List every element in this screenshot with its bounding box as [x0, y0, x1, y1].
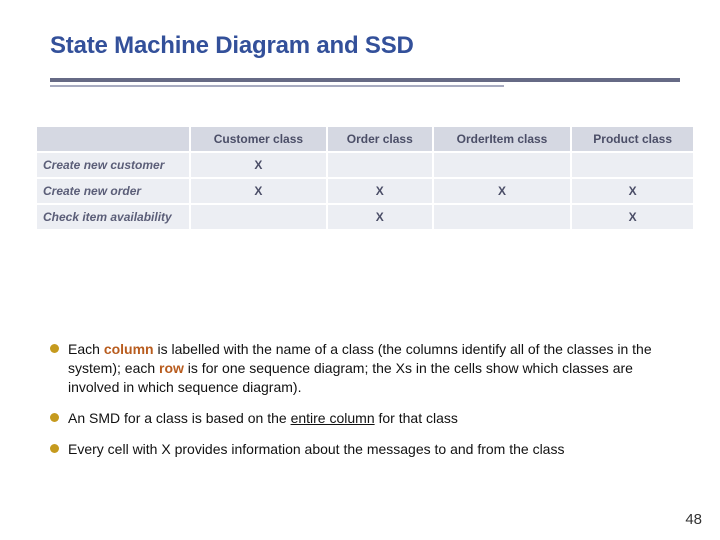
cell: X [433, 178, 572, 204]
table-header-blank [36, 126, 190, 152]
table-row: Create new order X X X X [36, 178, 694, 204]
cell: X [327, 204, 433, 230]
cell: X [190, 152, 327, 178]
cell [190, 204, 327, 230]
cell: X [571, 178, 694, 204]
bullet-2: An SMD for a class is based on the entir… [50, 409, 680, 428]
bullet-2-underline: entire column [291, 410, 375, 426]
slide: State Machine Diagram and SSD Customer c… [0, 0, 720, 540]
class-matrix-table: Customer class Order class OrderItem cla… [35, 125, 695, 231]
slide-number: 48 [685, 511, 702, 528]
table-header-row: Customer class Order class OrderItem cla… [36, 126, 694, 152]
bullet-1: Each column is labelled with the name of… [50, 340, 680, 397]
cell [433, 204, 572, 230]
table-header-orderitem: OrderItem class [433, 126, 572, 152]
row-label: Create new customer [36, 152, 190, 178]
cell [433, 152, 572, 178]
bullet-1-lead: Each [68, 341, 104, 357]
bullet-2-post: for that class [375, 410, 458, 426]
table-header-product: Product class [571, 126, 694, 152]
row-label: Create new order [36, 178, 190, 204]
cell: X [571, 204, 694, 230]
rule-thick [50, 78, 680, 82]
table-row: Create new customer X [36, 152, 694, 178]
cell: X [190, 178, 327, 204]
class-matrix-table-wrap: Customer class Order class OrderItem cla… [35, 125, 695, 231]
table-row: Check item availability X X [36, 204, 694, 230]
table-header-order: Order class [327, 126, 433, 152]
cell: X [327, 178, 433, 204]
bullet-3: Every cell with X provides information a… [50, 440, 680, 459]
rule-thin [50, 85, 504, 87]
title-rule [50, 78, 680, 87]
bullet-2-pre: An SMD for a class is based on the [68, 410, 291, 426]
row-label: Check item availability [36, 204, 190, 230]
cell [327, 152, 433, 178]
slide-title: State Machine Diagram and SSD [50, 32, 680, 60]
bullet-1-column-word: column [104, 341, 154, 357]
table-header-customer: Customer class [190, 126, 327, 152]
bullet-1-row-word: row [159, 360, 184, 376]
bullet-list: Each column is labelled with the name of… [50, 340, 680, 470]
cell [571, 152, 694, 178]
